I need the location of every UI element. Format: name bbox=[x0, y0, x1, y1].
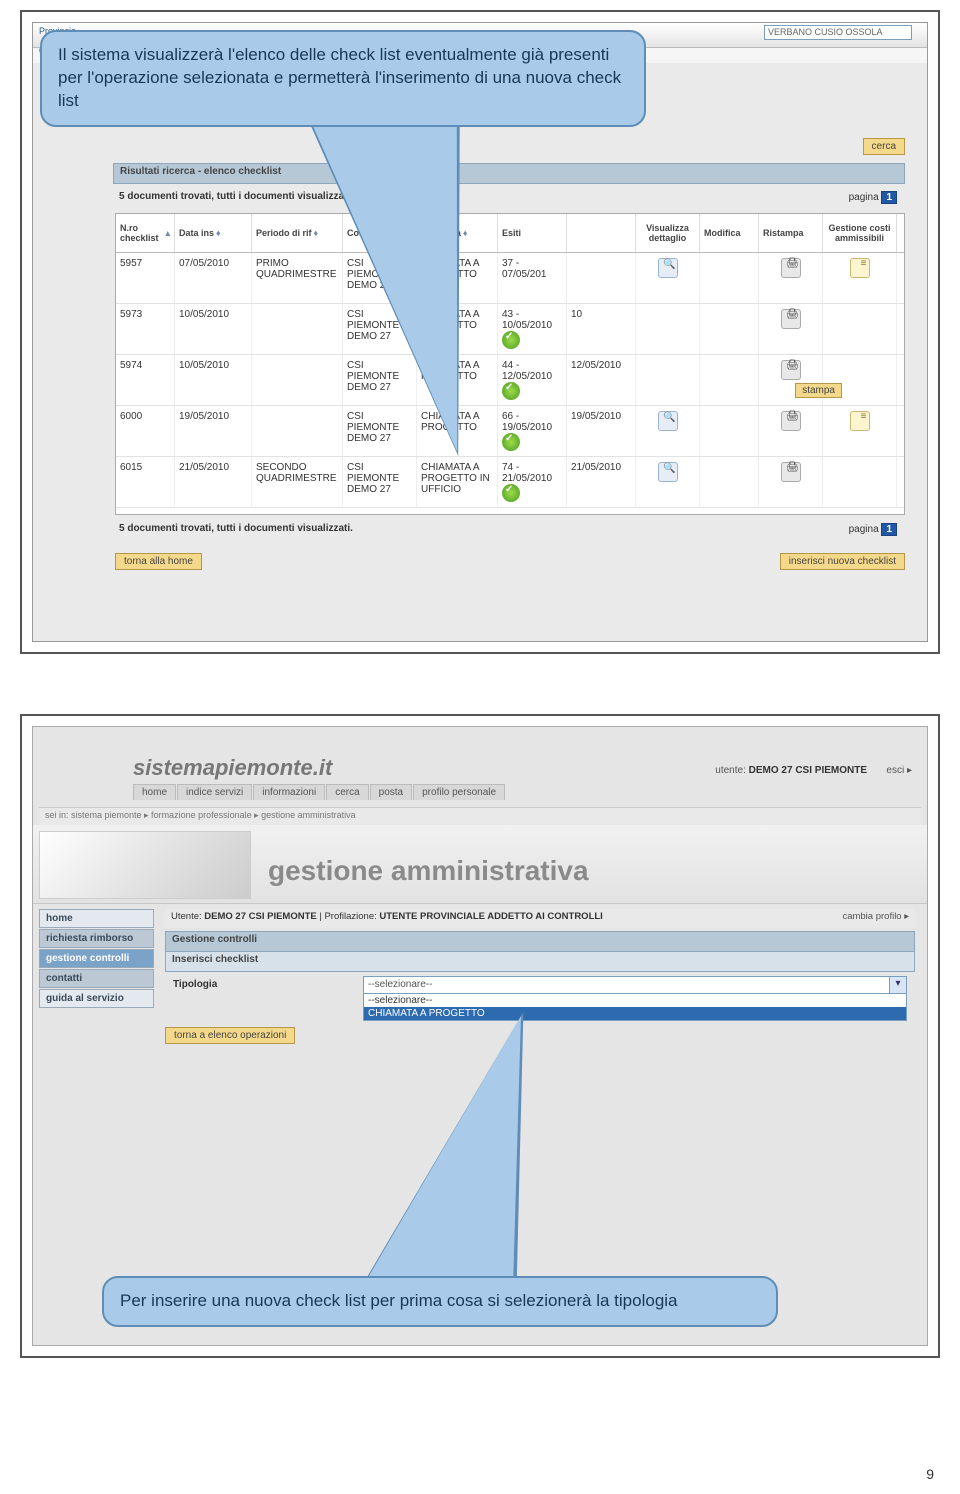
page-title: gestione amministrativa bbox=[268, 855, 589, 887]
breadcrumb: sei in: sistema piemonte ▸ formazione pr… bbox=[39, 807, 921, 827]
section-header: Risultati ricerca - elenco checklist bbox=[113, 163, 905, 184]
cerca-button[interactable]: cerca bbox=[863, 138, 905, 155]
sidebar-item-guida-al-servizio[interactable]: guida al servizio bbox=[39, 989, 154, 1008]
stampa-tooltip: stampa bbox=[795, 383, 842, 398]
print-icon[interactable] bbox=[781, 309, 801, 329]
logout-link[interactable]: esci ▸ bbox=[886, 765, 912, 776]
sort-icon[interactable]: ▴ bbox=[165, 228, 170, 239]
view-icon[interactable] bbox=[658, 258, 678, 278]
print-icon[interactable] bbox=[781, 360, 801, 380]
pagination-bottom: pagina 1 bbox=[849, 523, 897, 536]
tipologia-select[interactable]: --selezionare--▾ bbox=[363, 976, 907, 994]
callout-1: Il sistema visualizzerà l'elenco delle c… bbox=[40, 30, 646, 127]
site-logo: sistemapiemonte.it bbox=[133, 755, 332, 781]
top-nav: homeindice serviziinformazionicercaposta… bbox=[133, 784, 506, 802]
torna-home-button[interactable]: torna alla home bbox=[115, 553, 202, 570]
results-count-bottom: 5 documenti trovati, tutti i documenti v… bbox=[119, 523, 353, 534]
sidebar-item-home[interactable]: home bbox=[39, 909, 154, 928]
table-header: N.ro checklist▴ Data ins♦ Periodo di rif… bbox=[116, 214, 904, 253]
tipologia-label: Tipologia bbox=[173, 979, 217, 990]
nav-cerca[interactable]: cerca bbox=[326, 784, 368, 800]
current-user: utente: DEMO 27 CSI PIEMONTE bbox=[715, 765, 867, 776]
print-icon[interactable] bbox=[781, 411, 801, 431]
sort-icon[interactable]: ♦ bbox=[216, 228, 221, 238]
nav-posta[interactable]: posta bbox=[370, 784, 412, 800]
callout-2: Per inserire una nuova check list per pr… bbox=[102, 1276, 778, 1327]
section-gestione: Gestione controlli bbox=[165, 931, 915, 952]
slide-2: sistemapiemonte.it utente: DEMO 27 CSI P… bbox=[20, 714, 940, 1358]
nav-informazioni[interactable]: informazioni bbox=[253, 784, 325, 800]
table-row: 601521/05/2010SECONDO QUADRIMESTRECSI PI… bbox=[116, 457, 904, 508]
print-icon[interactable] bbox=[781, 462, 801, 482]
nav-profilo-personale[interactable]: profilo personale bbox=[413, 784, 505, 800]
pagination-top: pagina 1 bbox=[849, 191, 897, 204]
results-count: 5 documenti trovati, tutti i documenti v… bbox=[119, 191, 353, 202]
section-inserisci: Inserisci checklist bbox=[165, 951, 915, 972]
provincia-select[interactable]: VERBANO CUSIO OSSOLA bbox=[764, 25, 912, 40]
torna-elenco-button[interactable]: torna a elenco operazioni bbox=[165, 1027, 295, 1044]
sidebar-item-gestione-controlli[interactable]: gestione controlli bbox=[39, 949, 154, 968]
hero-banner: gestione amministrativa bbox=[33, 825, 927, 904]
side-nav: homerichiesta rimborsogestione controlli… bbox=[39, 909, 154, 1009]
sidebar-item-richiesta-rimborso[interactable]: richiesta rimborso bbox=[39, 929, 154, 948]
check-icon bbox=[502, 484, 520, 502]
page-number: 9 bbox=[926, 1466, 934, 1482]
costs-icon[interactable] bbox=[850, 258, 870, 278]
costs-icon[interactable] bbox=[850, 411, 870, 431]
inserisci-checklist-button[interactable]: inserisci nuova checklist bbox=[780, 553, 905, 570]
sidebar-item-contatti[interactable]: contatti bbox=[39, 969, 154, 988]
nav-home[interactable]: home bbox=[133, 784, 176, 800]
user-profile-line: Utente: DEMO 27 CSI PIEMONTE | Profilazi… bbox=[165, 909, 915, 928]
view-icon[interactable] bbox=[658, 411, 678, 431]
nav-indice-servizi[interactable]: indice servizi bbox=[177, 784, 252, 800]
hero-image bbox=[39, 831, 251, 899]
option[interactable]: --selezionare-- bbox=[364, 994, 906, 1007]
chevron-down-icon: ▾ bbox=[889, 977, 906, 993]
view-icon[interactable] bbox=[658, 462, 678, 482]
sort-icon[interactable]: ♦ bbox=[314, 228, 319, 238]
print-icon[interactable] bbox=[781, 258, 801, 278]
change-profile-link[interactable]: cambia profilo ▸ bbox=[842, 911, 909, 922]
slide-1: Provincia VERBANO CUSIO OSSOLA guida al … bbox=[20, 10, 940, 654]
